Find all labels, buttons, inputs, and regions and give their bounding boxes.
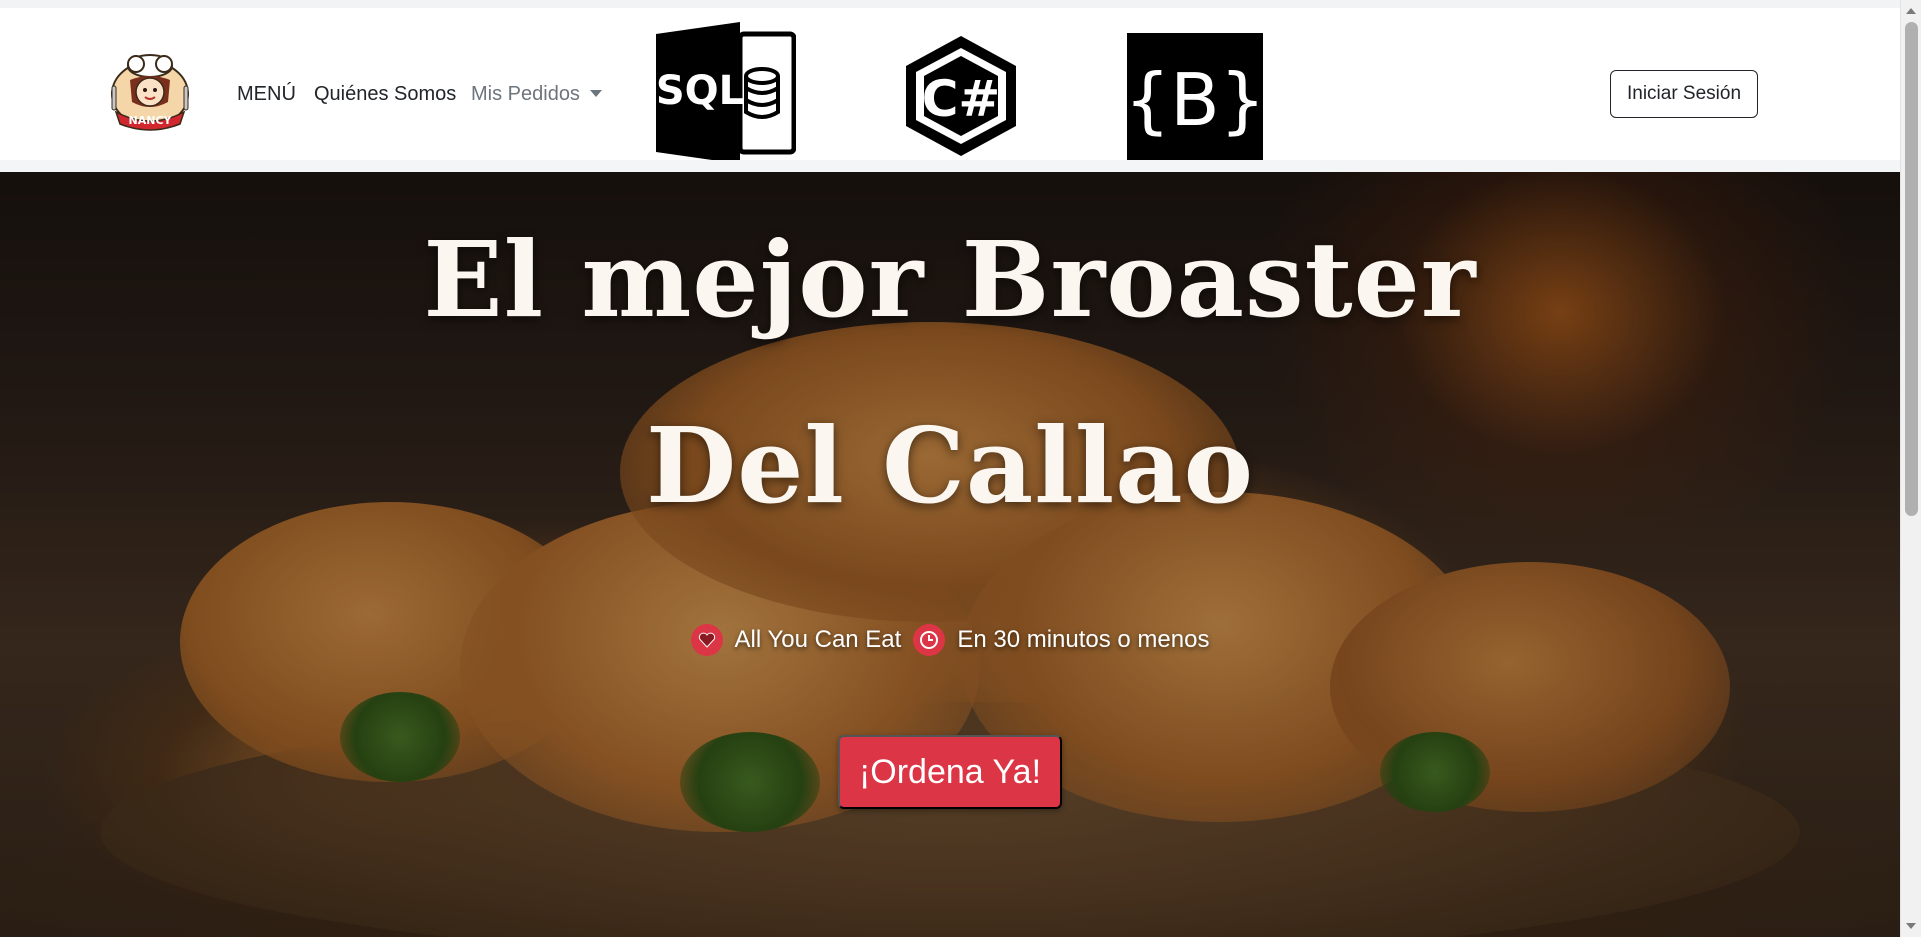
clock-icon (913, 624, 946, 656)
svg-text:NANCY: NANCY (129, 114, 173, 127)
bootstrap-logo: {B} (1127, 33, 1263, 169)
heart-icon (690, 624, 723, 656)
svg-text:{B}: {B} (1127, 58, 1263, 142)
feature-delivery-time: En 30 minutos o menos (913, 624, 1209, 656)
hero-title-line-1: El mejor Broaster (423, 218, 1477, 341)
nav-dropdown-my-orders[interactable]: Mis Pedidos (471, 80, 602, 108)
order-now-button[interactable]: ¡Ordena Ya! (838, 735, 1062, 809)
scroll-up-arrow-icon[interactable] (1906, 8, 1916, 14)
svg-text:SQL: SQL (656, 68, 744, 114)
csharp-logo: C# (906, 36, 1016, 156)
nav-link-menu[interactable]: MENÚ (237, 80, 296, 108)
scrollbar-thumb[interactable] (1905, 22, 1918, 516)
hero-section: El mejor Broaster Del Callao All You Can… (0, 172, 1900, 937)
feature-label: All You Can Eat (734, 626, 902, 653)
nav-dropdown-label: Mis Pedidos (471, 83, 580, 105)
svg-text:C#: C# (922, 70, 1001, 128)
navbar-divider (0, 160, 1900, 172)
feature-label: En 30 minutos o menos (957, 626, 1210, 653)
feature-all-you-can-eat: All You Can Eat (690, 624, 902, 656)
page-scrollbar[interactable] (1900, 0, 1921, 937)
brand-logo[interactable]: NANCY (106, 52, 194, 132)
login-button[interactable]: Iniciar Sesión (1610, 70, 1758, 118)
caret-down-icon (589, 90, 602, 97)
nav-link-about-us[interactable]: Quiénes Somos (314, 80, 456, 108)
navbar: NANCY MENÚ Quiénes Somos Mis Pedidos SQL… (0, 8, 1900, 169)
scroll-down-arrow-icon[interactable] (1906, 923, 1916, 929)
top-strip (0, 0, 1900, 8)
sql-server-logo: SQL (656, 22, 796, 164)
hero-features: All You Can Eat En 30 minutos o menos (0, 624, 1900, 656)
hero-title-line-2: Del Callao (646, 404, 1254, 527)
